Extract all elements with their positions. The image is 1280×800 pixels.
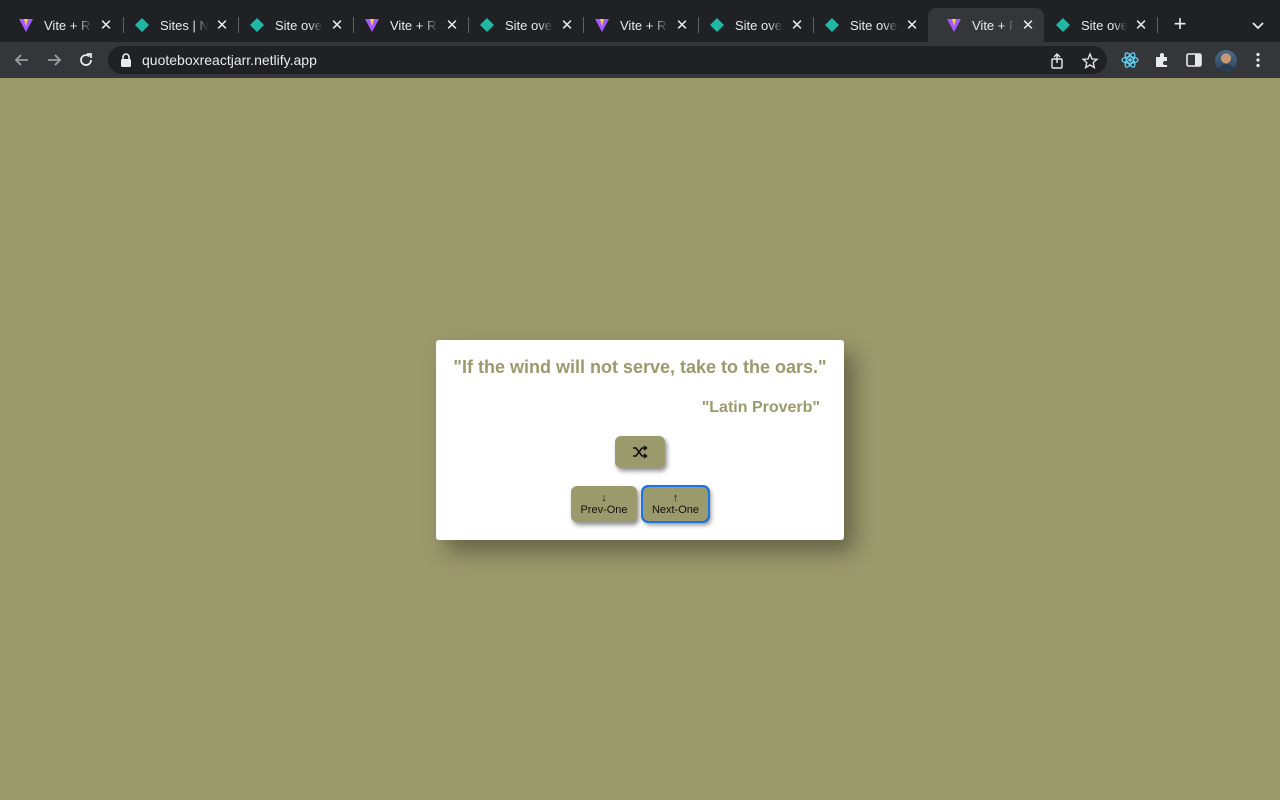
shuffle-icon	[633, 445, 648, 459]
tab-strip: Vite + React ✕ Sites | Netlify ✕ Site ov…	[0, 0, 1280, 42]
kebab-menu-icon	[1256, 52, 1260, 68]
netlify-icon	[480, 18, 494, 32]
prev-button-label: Prev-One	[580, 503, 628, 516]
browser-tab[interactable]: Site overview ✕	[231, 8, 353, 42]
reload-icon	[80, 53, 92, 66]
close-icon[interactable]: ✕	[444, 17, 460, 34]
netlify-icon	[1056, 18, 1070, 32]
netlify-icon	[825, 18, 839, 32]
react-logo-icon	[1121, 52, 1139, 68]
close-icon[interactable]: ✕	[904, 17, 920, 34]
arrow-up-icon: ↑	[672, 491, 679, 504]
prev-quote-button[interactable]: ↓ Prev-One	[571, 486, 637, 522]
share-icon[interactable]	[1048, 52, 1066, 70]
quote-author: "Latin Proverb"	[701, 399, 820, 416]
tab-divider	[1157, 17, 1158, 33]
react-devtools-icon[interactable]	[1120, 50, 1140, 70]
quote-text: "If the wind will not serve, take to the…	[453, 357, 827, 377]
close-icon[interactable]: ✕	[214, 17, 230, 34]
browser-tab[interactable]: Sites | Netlify ✕	[116, 8, 238, 42]
profile-avatar[interactable]	[1215, 50, 1237, 72]
browser-tab[interactable]: Site overview ✕	[806, 8, 928, 42]
menu-button[interactable]	[1248, 50, 1268, 70]
extensions-button[interactable]	[1152, 50, 1172, 70]
puzzle-icon	[1156, 53, 1167, 67]
close-icon[interactable]: ✕	[674, 17, 690, 34]
address-bar[interactable]: quoteboxreactjarr.netlify.app	[108, 46, 1107, 74]
browser-toolbar: quoteboxreactjarr.netlify.app	[0, 42, 1280, 78]
browser-tab[interactable]: Vite + React ✕	[346, 8, 468, 42]
vite-icon	[947, 19, 961, 32]
close-icon[interactable]: ✕	[329, 17, 345, 34]
arrow-right-icon	[48, 54, 62, 66]
side-panel-button[interactable]	[1184, 50, 1204, 70]
close-icon[interactable]: ✕	[1133, 17, 1149, 34]
chevron-down-icon[interactable]	[1248, 15, 1268, 35]
browser-tab[interactable]: Site overview ✕	[691, 8, 813, 42]
side-panel-icon	[1186, 53, 1202, 67]
next-quote-button[interactable]: ↑ Next-One	[641, 485, 710, 523]
url-text: quoteboxreactjarr.netlify.app	[142, 52, 317, 68]
browser-tab[interactable]: Site overview ✕	[461, 8, 583, 42]
reload-button[interactable]	[74, 48, 98, 72]
arrow-down-icon: ↓	[601, 491, 607, 504]
forward-button[interactable]	[42, 48, 66, 72]
back-button[interactable]	[10, 48, 34, 72]
browser-tab[interactable]: Vite + React ✕	[0, 8, 122, 42]
random-quote-button[interactable]	[615, 436, 665, 468]
close-icon[interactable]: ✕	[789, 17, 805, 34]
netlify-icon	[710, 18, 724, 32]
netlify-icon	[135, 18, 149, 32]
browser-tab[interactable]: Vite + React ✕	[576, 8, 698, 42]
close-icon[interactable]: ✕	[98, 17, 114, 34]
browser-tab[interactable]: Site overview ✕	[1037, 8, 1157, 42]
new-tab-button[interactable]: +	[1168, 13, 1192, 37]
star-icon[interactable]	[1081, 52, 1099, 70]
vite-icon	[365, 19, 379, 32]
arrow-left-icon	[14, 54, 28, 66]
quote-box: "If the wind will not serve, take to the…	[436, 340, 844, 540]
netlify-icon	[250, 18, 264, 32]
vite-icon	[595, 19, 609, 32]
browser-tab-active[interactable]: Vite + React ✕	[928, 8, 1044, 42]
vite-icon	[19, 19, 33, 32]
lock-icon	[121, 53, 131, 67]
close-icon[interactable]: ✕	[559, 17, 575, 34]
next-button-label: Next-One	[651, 503, 700, 516]
close-icon[interactable]: ✕	[1020, 17, 1036, 34]
